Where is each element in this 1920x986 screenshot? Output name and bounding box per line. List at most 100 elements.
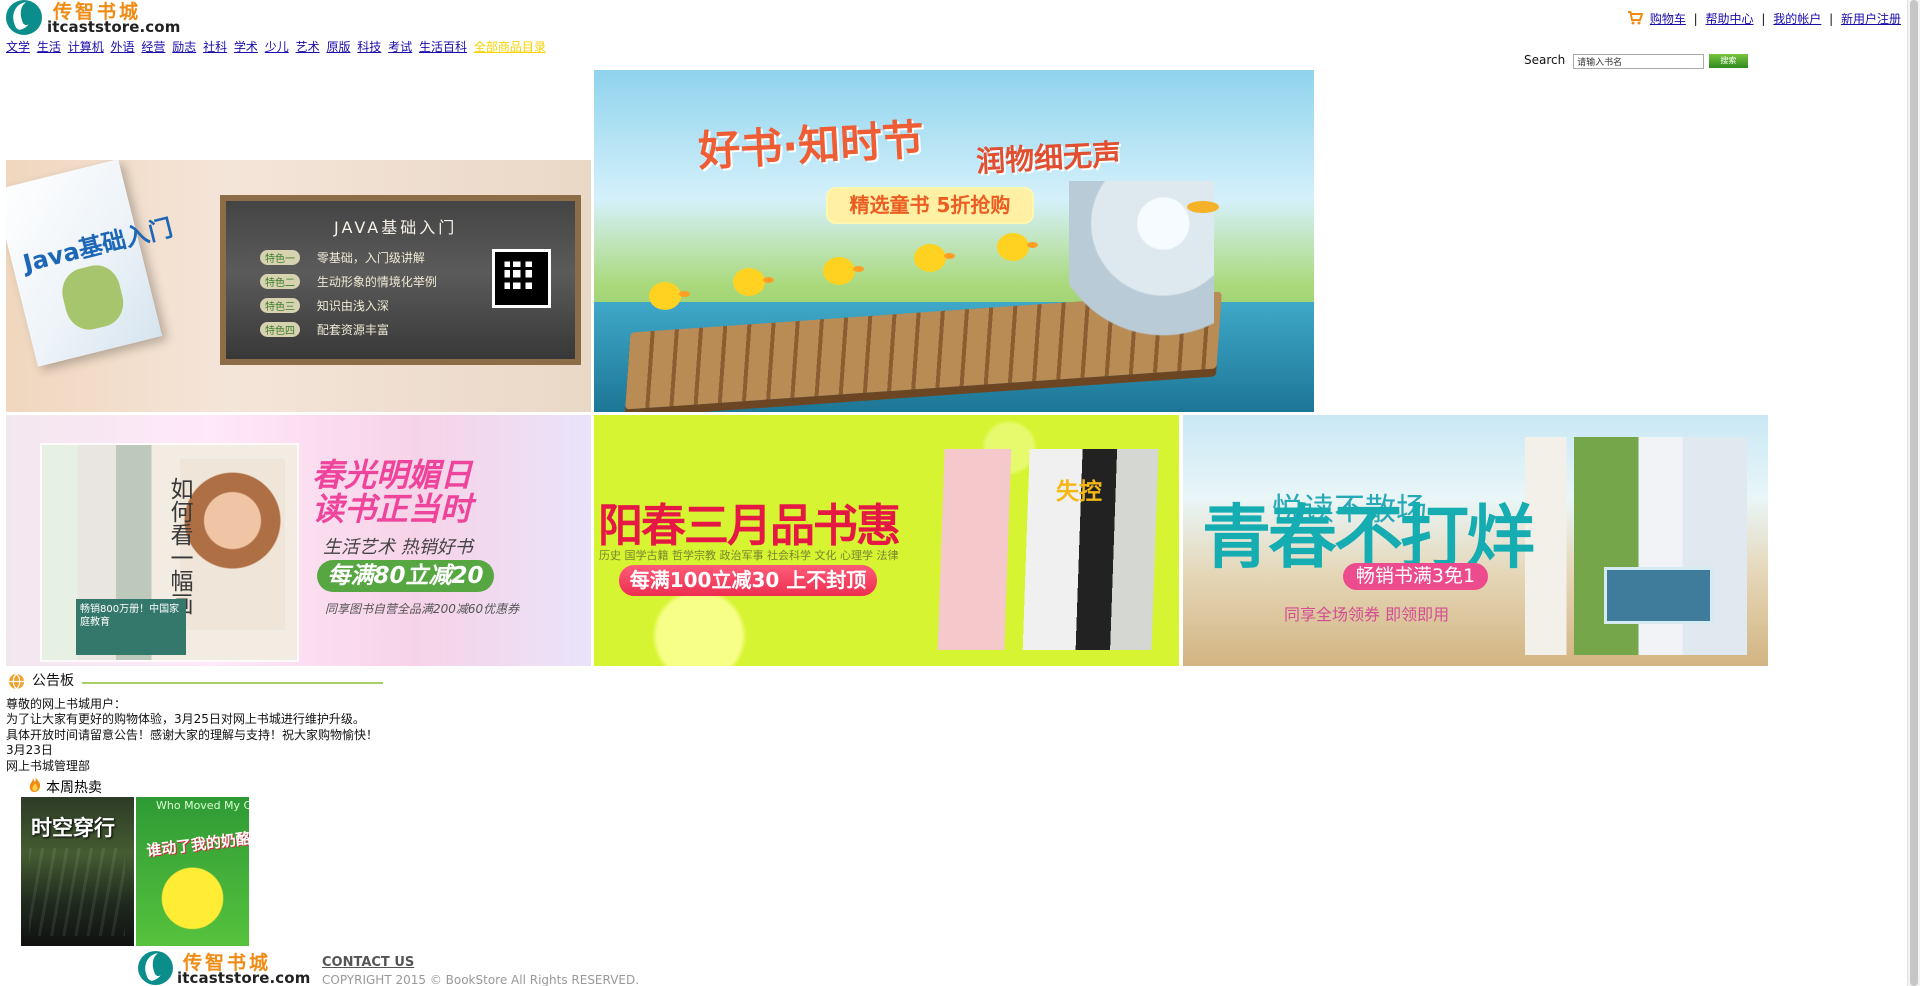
notice-line: 网上书城管理部 <box>6 758 91 773</box>
chalkboard-title: JAVA基础入门 <box>334 218 458 237</box>
duckling-illustration <box>914 244 955 272</box>
small-green-book: 畅销800万册！中国家庭教育 <box>76 599 186 655</box>
notice-body: 尊敬的网上书城用户： 为了让大家有更好的购物体验，3月25日对网上书城进行维护升… <box>6 697 396 774</box>
march-sale-categories: 历史 国学古籍 哲学宗教 政治军事 社会科学 文化 心理学 法律 <box>599 549 899 562</box>
youth-subtitle: 同享全场领券 即领即用 <box>1284 605 1450 624</box>
calendar-book-cover <box>1604 567 1713 624</box>
java-feature-row: 特色一 零基础，入门级讲解 <box>260 249 425 266</box>
children-promo-badge: 精选童书 5折抢购 <box>826 187 1034 224</box>
java-feature-row: 特色四 配套资源丰富 <box>260 321 389 338</box>
logo-mark-icon <box>6 0 42 35</box>
nav-inspiration[interactable]: 励志 <box>172 40 196 54</box>
footer-logo-domain-text: itcaststore.com <box>177 969 311 986</box>
spring-promo-badge: 每满80立减20 <box>317 560 494 592</box>
globe-icon <box>8 673 25 690</box>
children-books-banner[interactable]: 好书·知时节 润物细无声 精选童书 5折抢购 <box>594 70 1314 412</box>
hot-book-cover[interactable]: 时空穿行 <box>21 797 134 946</box>
register-link[interactable]: 新用户注册 <box>1841 12 1901 26</box>
site-logo[interactable]: 传智书城 itcaststore.com <box>6 0 180 36</box>
notice-line: 具体开放时间请留意公告！感谢大家的理解与支持！祝大家购物愉快！ <box>6 727 379 742</box>
nav-technology[interactable]: 科技 <box>357 40 381 54</box>
hot-book-cover[interactable]: Who Moved My Cheese? 谁动了我的奶酪? <box>136 797 249 946</box>
feature-tag: 特色四 <box>260 322 300 337</box>
search-button[interactable]: 搜索 <box>1708 54 1748 68</box>
category-navigation: 文学 生活 计算机 外语 经营 励志 社科 学术 少儿 艺术 原版 科技 考试 … <box>6 38 549 55</box>
java-feature-row: 特色二 生动形象的情境化举例 <box>260 273 437 290</box>
top-links: 购物车 | 帮助中心 | 我的帐户 | 新用户注册 <box>1627 7 1901 27</box>
top-link-separator: | <box>1693 12 1698 26</box>
top-link-separator: | <box>1829 12 1834 26</box>
duckling-illustration <box>649 282 690 310</box>
feature-text: 知识由浅入深 <box>316 299 389 313</box>
children-banner-subheadline: 润物细无声 <box>975 137 1122 179</box>
cart-link[interactable]: 购物车 <box>1650 12 1686 26</box>
nav-business[interactable]: 经营 <box>141 40 165 54</box>
scrollbar-thumb[interactable] <box>1910 0 1918 986</box>
youth-reading-banner[interactable]: 悦读不散场 青春不打烊 畅销书满3免1 同享全场领券 即领即用 <box>1183 415 1768 666</box>
nav-computer[interactable]: 计算机 <box>68 40 104 54</box>
spring-promo-note: 同享图书自营全品满200减60优惠券 <box>325 602 520 616</box>
nav-children[interactable]: 少儿 <box>265 40 289 54</box>
notice-header: 公告板 <box>6 672 396 692</box>
duckling-illustration <box>997 233 1038 261</box>
spring-reading-banner[interactable]: 如何看一幅画 畅销800万册！中国家庭教育 春光明媚日 读书正当时 生活艺术 热… <box>6 415 591 666</box>
robot-illustration <box>57 260 129 335</box>
search-input[interactable] <box>1573 54 1705 69</box>
spring-subtitle: 生活艺术 热销好书 <box>323 537 473 558</box>
youth-promo-badge: 畅销书满3免1 <box>1343 563 1488 590</box>
feature-tag: 特色三 <box>260 298 300 313</box>
contact-us-link[interactable]: CONTACT US <box>322 955 414 970</box>
java-book-cover: Java基础入门 <box>6 160 175 367</box>
fire-icon <box>28 775 42 793</box>
nav-academic[interactable]: 学术 <box>234 40 258 54</box>
notice-line: 3月23日 <box>6 743 53 758</box>
nav-exam[interactable]: 考试 <box>388 40 412 54</box>
notice-line: 尊敬的网上书城用户： <box>6 697 127 711</box>
nav-literature[interactable]: 文学 <box>6 40 30 54</box>
march-sale-promo: 每满100立减30 上不封顶 <box>619 565 877 596</box>
nav-art[interactable]: 艺术 <box>296 40 320 54</box>
notice-line: 为了让大家有更好的购物体验，3月25日对网上书城进行维护升级。 <box>6 712 365 727</box>
copyright-text: COPYRIGHT 2015 © BookStore All Rights RE… <box>322 973 640 986</box>
spring-headline: 春光明媚日 读书正当时 <box>312 458 472 526</box>
feature-tag: 特色一 <box>260 250 300 265</box>
children-banner-headline: 好书·知时节 <box>697 115 926 176</box>
search-form: Search 搜索 <box>1524 53 1748 71</box>
footer-logo-mark-icon <box>138 951 173 985</box>
cart-icon[interactable] <box>1627 10 1643 26</box>
my-account-link[interactable]: 我的帐户 <box>1773 12 1821 26</box>
chalkboard: JAVA基础入门 特色一 零基础，入门级讲解 特色二 生动形象的情境化举例 特色… <box>220 195 581 365</box>
duckling-illustration <box>823 257 864 285</box>
spring-headline-line-2: 读书正当时 <box>312 490 473 528</box>
nav-life[interactable]: 生活 <box>37 40 61 54</box>
top-bar: 传智书城 itcaststore.com 购物车 | 帮助中心 | 我的帐户 |… <box>0 0 1920 69</box>
bookstore-page: 传智书城 itcaststore.com 购物车 | 帮助中心 | 我的帐户 |… <box>0 0 1920 986</box>
java-banner[interactable]: Java基础入门 JAVA基础入门 特色一 零基础，入门级讲解 特色二 生动形象… <box>6 160 591 412</box>
feature-text: 生动形象的情境化举例 <box>316 275 437 289</box>
footer-logo[interactable]: 传智书城 itcaststore.com <box>138 951 310 986</box>
hot-book-english-title: Who Moved My Cheese? <box>156 799 249 812</box>
java-feature-row: 特色三 知识由浅入深 <box>260 297 389 314</box>
notice-title: 公告板 <box>32 673 74 689</box>
notice-board: 公告板 尊敬的网上书城用户： 为了让大家有更好的购物体验，3月25日对网上书城进… <box>6 672 396 774</box>
feature-text: 配套资源丰富 <box>316 323 389 337</box>
nav-social-science[interactable]: 社科 <box>203 40 227 54</box>
goose-illustration <box>1069 181 1219 351</box>
top-link-separator: | <box>1761 12 1766 26</box>
hot-book-title: 谁动了我的奶酪? <box>145 828 249 860</box>
nav-encyclopedia[interactable]: 生活百科 <box>419 40 467 54</box>
nav-foreign-language[interactable]: 外语 <box>111 40 135 54</box>
featured-book-title: 失控 <box>1056 479 1102 505</box>
vertical-book-title: 如何看一幅画 <box>166 477 192 615</box>
weekly-hot-section: 本周热卖 时空穿行 Who Moved My Cheese? 谁动了我的奶酪? <box>21 775 261 955</box>
nav-all-products[interactable]: 全部商品目录 <box>474 40 546 54</box>
help-center-link[interactable]: 帮助中心 <box>1706 12 1754 26</box>
vertical-scrollbar[interactable] <box>1907 0 1920 986</box>
march-book-stack <box>921 449 1159 650</box>
nav-original[interactable]: 原版 <box>326 40 350 54</box>
feature-text: 零基础，入门级讲解 <box>316 251 425 265</box>
dark-cover-pattern <box>29 848 125 936</box>
march-book-sale-banner[interactable]: 阳春三月品书惠 历史 国学古籍 哲学宗教 政治军事 社会科学 文化 心理学 法律… <box>594 415 1179 666</box>
page-footer: 传智书城 itcaststore.com CONTACT US COPYRIGH… <box>138 948 658 986</box>
spring-headline-line-1: 春光明媚日 <box>312 456 473 494</box>
